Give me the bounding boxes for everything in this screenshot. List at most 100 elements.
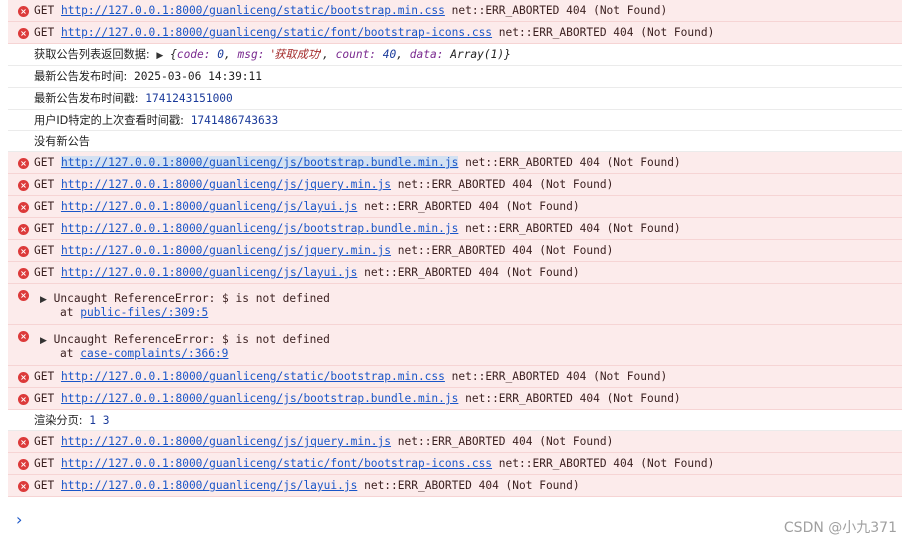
error-x-icon: ×: [18, 481, 29, 492]
object-close-brace: }: [504, 48, 511, 61]
error-status: net::ERR_ABORTED 404 (Not Found): [397, 244, 614, 257]
http-method: GET: [34, 244, 55, 257]
console-exception-row: × ▶ Uncaught ReferenceError: $ is not de…: [8, 284, 902, 325]
log-value: 1 3: [89, 414, 110, 427]
log-label: 最新公告发布时间:: [34, 70, 128, 83]
http-method: GET: [34, 479, 55, 492]
object-value: '获取成功': [271, 48, 323, 61]
log-label: 获取公告列表返回数据:: [34, 48, 150, 61]
http-method: GET: [34, 156, 55, 169]
error-status: net::ERR_ABORTED 404 (Not Found): [498, 26, 715, 39]
error-x-icon: ×: [18, 180, 29, 191]
http-method: GET: [34, 178, 55, 191]
console-log: × GET http://127.0.0.1:8000/guanliceng/s…: [8, 0, 902, 497]
object-key: count:: [335, 48, 377, 61]
exception-message: Uncaught ReferenceError: $ is not define…: [53, 292, 330, 305]
console-log-row: 最新公告发布时间戳: 1741243151000: [8, 88, 902, 110]
resource-link[interactable]: http://127.0.0.1:8000/guanliceng/js/layu…: [61, 479, 357, 492]
object-key: code:: [176, 48, 211, 61]
exception-message: Uncaught ReferenceError: $ is not define…: [53, 333, 330, 346]
log-label: 没有新公告: [34, 135, 90, 148]
console-error-row: × GET http://127.0.0.1:8000/guanliceng/j…: [8, 431, 902, 453]
resource-link[interactable]: http://127.0.0.1:8000/guanliceng/static/…: [61, 26, 492, 39]
resource-link[interactable]: http://127.0.0.1:8000/guanliceng/js/boot…: [60, 156, 459, 169]
stack-location-link[interactable]: case-complaints/:366:9: [80, 347, 228, 360]
error-status: net::ERR_ABORTED 404 (Not Found): [397, 435, 614, 448]
chevron-right-icon[interactable]: ›: [16, 510, 22, 529]
resource-link[interactable]: http://127.0.0.1:8000/guanliceng/js/jque…: [61, 435, 391, 448]
resource-link[interactable]: http://127.0.0.1:8000/guanliceng/js/jque…: [61, 178, 391, 191]
error-status: net::ERR_ABORTED 404 (Not Found): [451, 370, 668, 383]
console-error-row: × GET http://127.0.0.1:8000/guanliceng/j…: [8, 475, 902, 497]
expand-triangle-icon[interactable]: ▶: [40, 295, 47, 305]
error-status: net::ERR_ABORTED 404 (Not Found): [451, 4, 668, 17]
object-value: Array(1): [450, 48, 505, 61]
console-log-row: 渲染分页: 1 3: [8, 410, 902, 431]
error-status: net::ERR_ABORTED 404 (Not Found): [465, 222, 681, 235]
error-status: net::ERR_ABORTED 404 (Not Found): [364, 200, 580, 213]
error-x-icon: ×: [18, 6, 29, 17]
resource-link[interactable]: http://127.0.0.1:8000/guanliceng/js/boot…: [61, 392, 458, 405]
http-method: GET: [34, 457, 55, 470]
console-error-row: × GET http://127.0.0.1:8000/guanliceng/j…: [8, 262, 902, 284]
console-error-row: × GET http://127.0.0.1:8000/guanliceng/j…: [8, 388, 902, 410]
error-x-icon: ×: [18, 28, 29, 39]
console-log-row: 没有新公告: [8, 131, 902, 152]
resource-link[interactable]: http://127.0.0.1:8000/guanliceng/static/…: [61, 370, 445, 383]
http-method: GET: [34, 370, 55, 383]
http-method: GET: [34, 222, 55, 235]
console-error-row: × GET http://127.0.0.1:8000/guanliceng/j…: [8, 240, 902, 262]
console-error-row: × GET http://127.0.0.1:8000/guanliceng/j…: [8, 174, 902, 196]
error-x-icon: ×: [18, 224, 29, 235]
error-status: net::ERR_ABORTED 404 (Not Found): [498, 457, 715, 470]
console-exception-row: × ▶ Uncaught ReferenceError: $ is not de…: [8, 325, 902, 366]
error-x-icon: ×: [18, 158, 29, 169]
console-log-row: 获取公告列表返回数据: ▶ {code: 0, msg: '获取成功', cou…: [8, 44, 902, 66]
resource-link[interactable]: http://127.0.0.1:8000/guanliceng/js/boot…: [61, 222, 458, 235]
http-method: GET: [34, 266, 55, 279]
console-log-row: 最新公告发布时间: 2025-03-06 14:39:11: [8, 66, 902, 88]
error-status: net::ERR_ABORTED 404 (Not Found): [364, 266, 580, 279]
object-value: 0: [217, 48, 225, 61]
object-key: data:: [409, 48, 444, 61]
resource-link[interactable]: http://127.0.0.1:8000/guanliceng/js/layu…: [61, 266, 357, 279]
http-method: GET: [34, 4, 55, 17]
object-open-brace: {: [170, 48, 177, 61]
watermark: CSDN @小九371: [783, 520, 897, 536]
error-x-icon: ×: [18, 202, 29, 213]
http-method: GET: [34, 392, 55, 405]
stack-location-link[interactable]: public-files/:309:5: [80, 306, 208, 319]
resource-link[interactable]: http://127.0.0.1:8000/guanliceng/js/jque…: [61, 244, 391, 257]
resource-link[interactable]: http://127.0.0.1:8000/guanliceng/static/…: [61, 457, 492, 470]
error-x-icon: ×: [18, 268, 29, 279]
console-error-row: × GET http://127.0.0.1:8000/guanliceng/j…: [8, 218, 902, 240]
error-x-icon: ×: [18, 372, 29, 383]
console-log-row: 用户ID特定的上次查看时间戳: 1741486743633: [8, 110, 902, 131]
log-label: 用户ID特定的上次查看时间戳:: [34, 114, 184, 127]
log-value: 1741486743633: [190, 114, 279, 127]
console-error-row: × GET http://127.0.0.1:8000/guanliceng/s…: [8, 0, 902, 22]
log-label: 最新公告发布时间戳:: [34, 92, 139, 105]
http-method: GET: [34, 200, 55, 213]
error-status: net::ERR_ABORTED 404 (Not Found): [397, 178, 614, 191]
console-error-row: × GET http://127.0.0.1:8000/guanliceng/s…: [8, 22, 902, 44]
log-value: 1741243151000: [145, 92, 233, 105]
object-value: 40: [382, 48, 397, 61]
console-error-row: × GET http://127.0.0.1:8000/guanliceng/s…: [8, 366, 902, 388]
error-x-icon: ×: [18, 394, 29, 405]
expand-triangle-icon[interactable]: ▶: [156, 51, 163, 61]
error-status: net::ERR_ABORTED 404 (Not Found): [364, 479, 580, 492]
console-error-row: × GET http://127.0.0.1:8000/guanliceng/j…: [8, 196, 902, 218]
resource-link[interactable]: http://127.0.0.1:8000/guanliceng/static/…: [61, 4, 445, 17]
console-error-row: × GET http://127.0.0.1:8000/guanliceng/s…: [8, 453, 902, 475]
error-x-icon: ×: [18, 290, 29, 301]
console-error-row: × GET http://127.0.0.1:8000/guanliceng/j…: [8, 152, 902, 174]
log-value: 2025-03-06 14:39:11: [134, 70, 263, 83]
error-x-icon: ×: [18, 246, 29, 257]
error-status: net::ERR_ABORTED 404 (Not Found): [465, 156, 681, 169]
expand-triangle-icon[interactable]: ▶: [40, 336, 47, 346]
error-x-icon: ×: [18, 437, 29, 448]
resource-link[interactable]: http://127.0.0.1:8000/guanliceng/js/layu…: [61, 200, 357, 213]
http-method: GET: [34, 435, 55, 448]
object-key: msg:: [237, 48, 265, 61]
